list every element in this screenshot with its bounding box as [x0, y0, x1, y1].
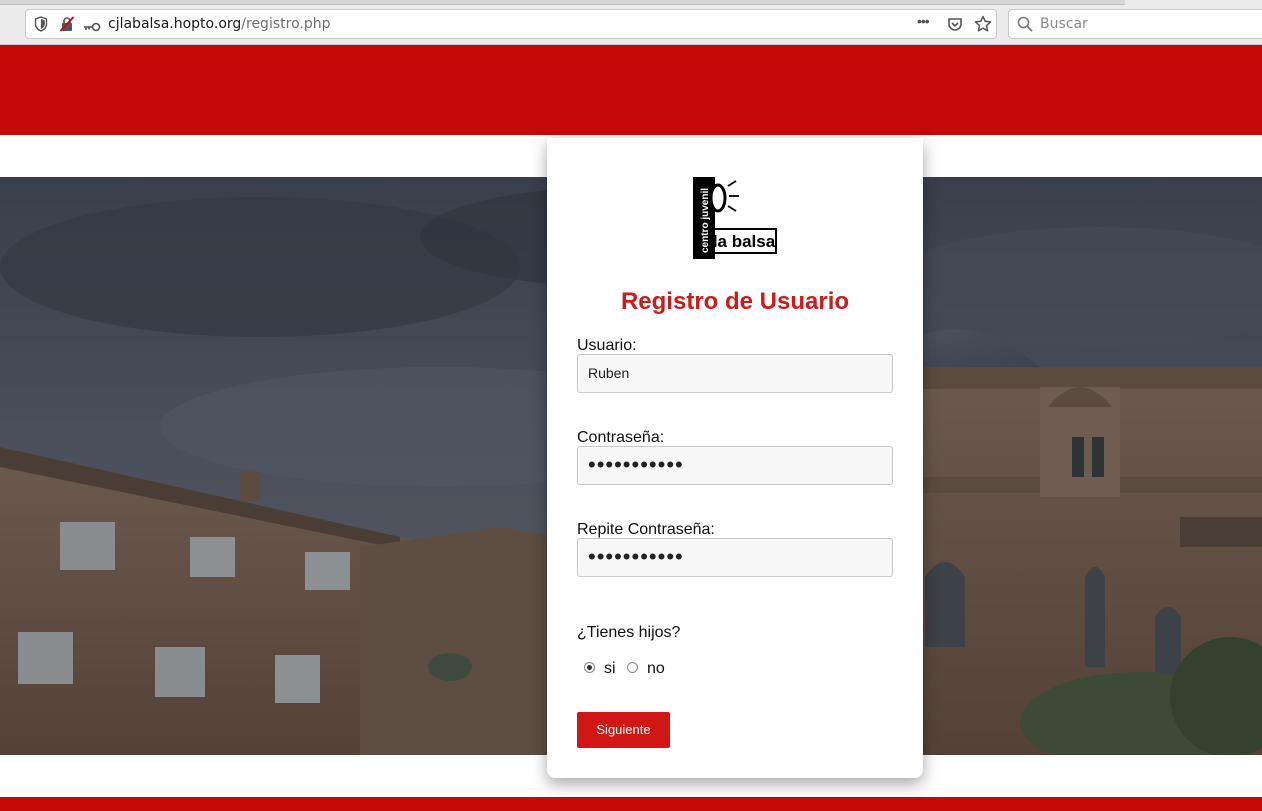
url-host: cjlabalsa.hopto.org [108, 16, 242, 32]
password-input[interactable]: ••••••••••• [577, 446, 893, 485]
next-button[interactable]: Siguiente [577, 712, 670, 748]
registration-card: la balsa centro juvenil Registro de Usua… [547, 138, 923, 778]
site-footer-bar [0, 797, 1262, 811]
key-icon[interactable] [83, 19, 101, 37]
insecure-lock-icon[interactable] [59, 16, 75, 37]
page-actions-menu-icon[interactable]: ••• [917, 13, 930, 29]
la-balsa-logo: la balsa centro juvenil [693, 177, 779, 261]
search-bar[interactable]: Buscar [1008, 9, 1262, 39]
search-icon [1017, 16, 1033, 37]
radio-si[interactable] [584, 662, 595, 673]
url-path: /registro.php [241, 16, 331, 32]
pocket-icon[interactable] [947, 16, 963, 37]
radio-no[interactable] [627, 662, 638, 673]
bookmark-star-icon[interactable] [974, 15, 992, 38]
shield-icon[interactable] [34, 16, 48, 37]
tab-strip [0, 0, 1125, 5]
password-label: Contraseña: [577, 429, 665, 446]
radio-no-label[interactable]: no [647, 660, 665, 678]
usuario-label: Usuario: [577, 337, 637, 354]
logo-text-side: centro juvenil [700, 188, 711, 253]
browser-toolbar: cjlabalsa.hopto.org/registro.php ••• Bus… [0, 0, 1262, 45]
radio-si-label[interactable]: si [604, 660, 616, 678]
site-header-bar [0, 45, 1262, 135]
usuario-input[interactable]: Ruben [577, 354, 893, 393]
page-title: Registro de Usuario [620, 288, 850, 315]
repeat-password-input[interactable]: ••••••••••• [577, 538, 893, 577]
hijos-question: ¿Tienes hijos? [577, 624, 681, 641]
url-text[interactable]: cjlabalsa.hopto.org/registro.php [108, 16, 330, 32]
logo-text-main: la balsa [713, 232, 776, 251]
address-bar[interactable]: cjlabalsa.hopto.org/registro.php ••• [25, 9, 997, 39]
search-placeholder: Buscar [1040, 16, 1088, 32]
repeat-password-label: Repite Contraseña: [577, 521, 715, 538]
